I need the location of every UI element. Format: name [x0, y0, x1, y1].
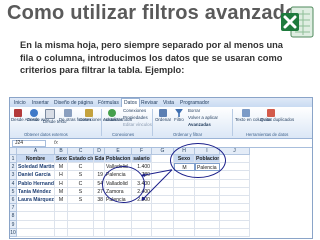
existing-connections-button[interactable]: Conexiones existentes	[79, 109, 123, 123]
from-text-button[interactable]: Desde texto	[43, 109, 66, 125]
tab-diseno-pagina[interactable]: Diseño de página	[54, 100, 93, 106]
fx-icon: fx	[54, 140, 58, 146]
globe-icon	[30, 109, 38, 117]
other-sources-button[interactable]: De otras fuentes	[59, 109, 91, 123]
excel-screenshot: Inicio Insertar Diseño de página Fórmula…	[9, 97, 313, 239]
group-external-data: Obtener datos externos	[24, 132, 68, 137]
tab-inicio[interactable]: Inicio	[14, 100, 26, 106]
spreadsheet-grid[interactable]: A B C D E F G H I J 1 2 3 4 5 6 7 8 9 10 Nombre Sexo Estado ci…	[10, 143, 312, 238]
remove-duplicates-label: Quitar duplicados	[260, 117, 295, 122]
tab-insertar[interactable]: Insertar	[32, 100, 49, 106]
ribbon-tabs: Inicio Insertar Diseño de página Fórmula…	[10, 98, 312, 107]
advanced-button[interactable]: Avanzadas	[188, 122, 211, 128]
advanced-label: Avanzadas	[188, 122, 211, 127]
sort-icon	[159, 109, 167, 117]
formula-bar: J24 fx	[10, 139, 312, 148]
text-columns-icon	[242, 109, 250, 117]
filter-icon	[175, 109, 183, 117]
group-sort-filter: Ordenar y filtrar	[173, 132, 203, 137]
name-box[interactable]: J24	[12, 140, 46, 147]
properties-label: Propiedades	[123, 115, 148, 120]
tab-vista[interactable]: Vista	[163, 100, 174, 106]
group-connections: Conexiones	[112, 132, 135, 137]
properties-button[interactable]: Propiedades	[123, 115, 148, 121]
refresh-all-button[interactable]: Actualizar todo	[103, 109, 132, 123]
page-title: Como utilizar filtros avanzados	[7, 2, 309, 24]
remove-duplicates-icon	[267, 109, 275, 117]
from-web-button[interactable]: Desde web	[27, 109, 49, 123]
intro-text: En la misma hoja, pero siempre separado …	[20, 40, 283, 75]
sort-label: Ordenar	[155, 117, 172, 122]
remove-duplicates-button[interactable]: Quitar duplicados	[260, 109, 294, 123]
tab-programador[interactable]: Programador	[180, 100, 209, 106]
filter-button[interactable]: Filtro	[173, 109, 185, 123]
connections-button[interactable]: Conexiones	[123, 108, 147, 114]
sort-button[interactable]: Ordenar	[155, 109, 171, 123]
tab-datos[interactable]: Datos	[121, 98, 141, 107]
text-to-columns-button[interactable]: Texto en columnas	[235, 109, 272, 123]
access-icon	[14, 109, 22, 117]
annotation-arrows	[141, 169, 173, 201]
excel-logo-icon	[281, 6, 314, 38]
clear-label: Borrar	[188, 108, 201, 113]
edit-links-label: Editar vínculos	[123, 122, 152, 127]
from-access-button[interactable]: Desde Access	[11, 109, 39, 123]
reapply-button[interactable]: Volver a aplicar	[188, 115, 219, 121]
group-data-tools: Herramientas de datos	[246, 132, 289, 137]
filter-label: Filtro	[174, 117, 184, 122]
ribbon-body: Desde Access Desde web Desde texto De ot…	[10, 107, 312, 139]
connections-icon	[85, 109, 93, 117]
text-file-icon	[45, 109, 55, 119]
clear-button[interactable]: Borrar	[188, 108, 201, 114]
reapply-label: Volver a aplicar	[188, 115, 219, 120]
tab-formulas[interactable]: Fórmulas	[98, 100, 119, 106]
refresh-icon	[108, 109, 116, 117]
edit-links-button[interactable]: Editar vínculos	[123, 122, 152, 128]
tab-revisar[interactable]: Revisar	[141, 100, 158, 106]
database-icon	[64, 109, 72, 117]
connections-label: Conexiones	[123, 108, 147, 113]
